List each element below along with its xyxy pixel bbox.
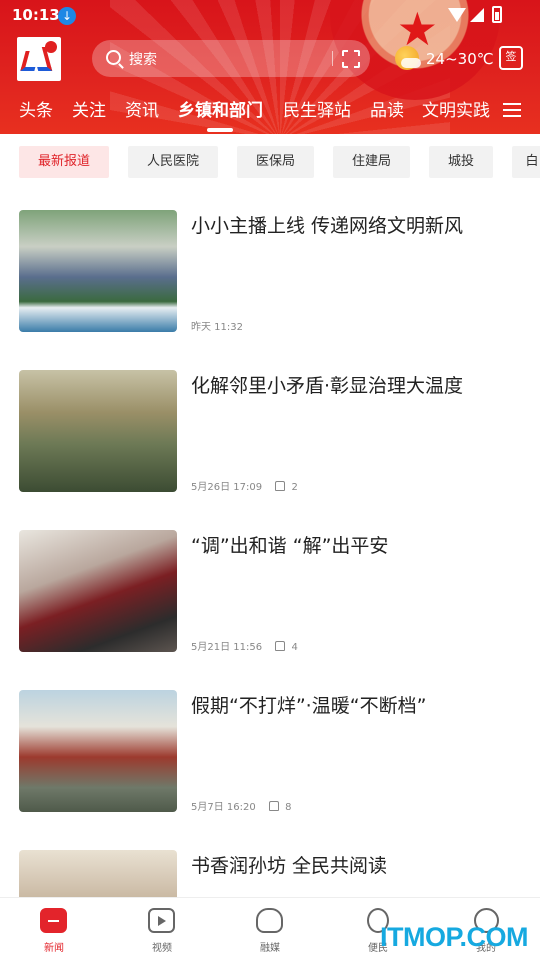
article-title: 化解邻里小矛盾·彰显治理大温度 [191, 375, 464, 397]
tab-civilization[interactable]: 文明实践 [422, 96, 490, 121]
chip-hospital[interactable]: 人民医院 [128, 146, 218, 178]
sub-channel-chips: 最新报道 人民医院 医保局 住建局 城投 白 [0, 146, 540, 179]
article-title: 假期“不打烊”·温暖“不断档” [191, 695, 427, 717]
tab-follow[interactable]: 关注 [72, 96, 106, 121]
article-thumbnail [19, 370, 177, 492]
chip-latest[interactable]: 最新报道 [19, 146, 109, 178]
chip-housing[interactable]: 住建局 [333, 146, 410, 178]
download-icon: ↓ [58, 7, 76, 25]
article-date: 5月26日 17:09 [191, 482, 263, 493]
app-logo[interactable] [17, 37, 61, 81]
status-time: 10:13 [12, 6, 60, 24]
chip-more[interactable]: 白 [512, 146, 540, 178]
tab-news[interactable]: 资讯 [125, 96, 159, 121]
like-count: 8 [285, 802, 292, 813]
article-meta: 5月7日 16:20 8 [191, 798, 291, 813]
tab-livelihood[interactable]: 民生驿站 [283, 96, 351, 121]
temperature-text: 24~30℃ [426, 50, 494, 68]
article-meta: 昨天 11:32 [191, 318, 243, 333]
nav-media[interactable]: 融媒 [216, 898, 324, 960]
article-title: 小小主播上线 传递网络文明新风 [191, 215, 464, 237]
active-tab-indicator [207, 128, 233, 132]
thumbs-up-icon [275, 641, 286, 651]
article-meta: 5月21日 11:56 4 [191, 638, 298, 653]
article-date: 5月7日 16:20 [191, 802, 256, 813]
article-card[interactable]: “调”出和谐 “解”出平安 5月21日 11:56 4 [0, 510, 540, 670]
article-thumbnail [19, 690, 177, 812]
nav-news-label: 新闻 [44, 943, 64, 954]
video-icon [148, 908, 175, 933]
media-icon [256, 908, 283, 933]
weather-icon [395, 46, 421, 70]
article-date: 昨天 11:32 [191, 322, 243, 333]
search-icon [106, 50, 121, 65]
search-placeholder: 搜索 [129, 52, 157, 68]
chip-urban-investment[interactable]: 城投 [429, 146, 493, 178]
menu-icon[interactable] [503, 103, 521, 117]
like-count: 4 [291, 642, 298, 653]
header: ★ 10:13 ↓ 搜索 24~30℃ 签 头条 关注 资讯 乡镇和部门 民生驿… [0, 0, 540, 134]
thumbs-up-icon [268, 801, 279, 811]
thumbs-up-icon [275, 481, 286, 491]
wifi-icon [448, 8, 466, 22]
article-title: “调”出和谐 “解”出平安 [191, 535, 389, 557]
article-thumbnail [19, 530, 177, 652]
app-screen: ★ 10:13 ↓ 搜索 24~30℃ 签 头条 关注 资讯 乡镇和部门 民生驿… [0, 0, 540, 960]
scan-icon[interactable] [342, 50, 360, 68]
news-icon [40, 908, 67, 933]
signal-icon [470, 8, 484, 22]
article-card[interactable]: 化解邻里小矛盾·彰显治理大温度 5月26日 17:09 2 [0, 350, 540, 510]
like-count: 2 [291, 482, 298, 493]
search-divider [332, 51, 333, 66]
tab-reading[interactable]: 品读 [370, 96, 404, 121]
nav-news[interactable]: 新闻 [0, 898, 108, 960]
nav-video[interactable]: 视频 [108, 898, 216, 960]
article-card[interactable]: 假期“不打烊”·温暖“不断档” 5月7日 16:20 8 [0, 670, 540, 830]
chip-medical-insurance[interactable]: 医保局 [237, 146, 314, 178]
article-title: 书香润孙坊 全民共阅读 [191, 855, 388, 877]
article-date: 5月21日 11:56 [191, 642, 263, 653]
search-bar[interactable]: 搜索 [92, 40, 370, 77]
tab-headline[interactable]: 头条 [19, 96, 53, 121]
tab-towns-departments[interactable]: 乡镇和部门 [178, 96, 263, 121]
status-bar: 10:13 ↓ [0, 0, 540, 32]
sign-in-icon[interactable]: 签 [499, 46, 523, 70]
watermark: ITMOP.COM [380, 922, 529, 952]
article-meta: 5月26日 17:09 2 [191, 478, 298, 493]
article-card[interactable]: 小小主播上线 传递网络文明新风 昨天 11:32 [0, 190, 540, 350]
nav-media-label: 融媒 [260, 943, 280, 954]
channel-tabs: 头条 关注 资讯 乡镇和部门 民生驿站 品读 文明实践 [0, 96, 540, 126]
battery-icon [492, 6, 502, 23]
nav-video-label: 视频 [152, 943, 172, 954]
article-thumbnail [19, 210, 177, 332]
